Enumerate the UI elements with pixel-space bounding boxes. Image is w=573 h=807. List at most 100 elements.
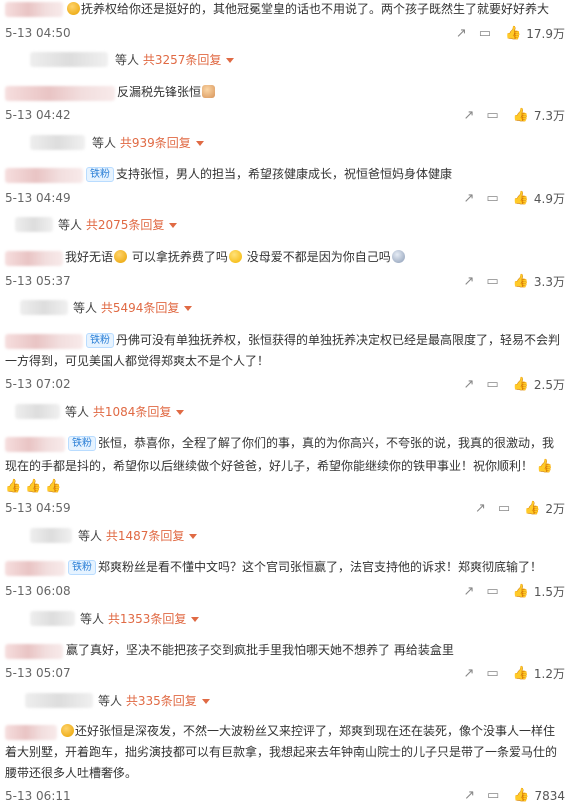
share-icon[interactable]: ↗ (475, 501, 486, 516)
comment-text-line-1: 铁粉 张恒，恭喜你，全程了解了你们的事，真的为你高兴，不夸张的说，我真的很激动，我 (68, 433, 554, 454)
comment-actions: ↗ ▭ 👍 2万 (463, 500, 565, 517)
comment-text-line-1: 铁粉 丹佛可没有单独抚养权，张恒获得的单独抚养决定权已经是最高限度了，轻易不会判 (86, 330, 560, 351)
comment-icon[interactable]: ▭ (486, 274, 498, 289)
reply-summary[interactable]: 等人 共939条回复 (92, 134, 204, 151)
comment-actions: ↗ ▭ 👍 4.9万 (452, 190, 565, 207)
comment-text-line-2: 一方得到，可见美国人都觉得郑爽太不是个人了！ (5, 354, 270, 368)
username-blurred[interactable] (5, 2, 63, 17)
reply-summary[interactable]: 等人 共3257条回复 (115, 51, 235, 68)
username-blurred[interactable] (5, 334, 83, 349)
like-count: 2万 (545, 502, 565, 516)
like-icon[interactable]: 👍 (513, 584, 529, 599)
like-count: 2.5万 (533, 378, 565, 392)
comment-text: 我好无语 可以拿抚养费了吗 没母爱不都是因为你自己吗 (65, 247, 406, 268)
share-icon[interactable]: ↗ (464, 788, 475, 803)
comment-text-line-2: 着大别墅，开着跑车，拙劣演技都可以有巨款拿，我想起来去年钟南山院士的儿子只是带了… (5, 745, 558, 759)
comment-actions: ↗ ▭ 👍 2.5万 (452, 376, 565, 393)
share-icon[interactable]: ↗ (464, 274, 475, 289)
timestamp: 5-13 05:07 (5, 666, 71, 680)
like-count: 1.5万 (533, 585, 565, 599)
comment-icon[interactable]: ▭ (486, 191, 498, 206)
like-icon[interactable]: 👍 (513, 108, 529, 123)
share-icon[interactable]: ↗ (456, 26, 467, 41)
username-blurred[interactable] (5, 561, 65, 576)
thumbs-up-emoji-icon: 👍 (536, 459, 554, 474)
share-icon[interactable]: ↗ (464, 377, 475, 392)
fan-badge: 铁粉 (68, 560, 96, 575)
username-blurred[interactable] (5, 437, 65, 452)
reply-username-blurred (15, 217, 53, 232)
frown-emoji-icon (114, 250, 128, 263)
thumbs-up-emoji-icon: 👍 (5, 479, 22, 494)
reply-username-blurred (25, 693, 93, 708)
reply-summary[interactable]: 等人 共5494条回复 (73, 299, 193, 316)
username-blurred[interactable] (5, 644, 63, 659)
like-count: 4.9万 (533, 192, 565, 206)
reply-username-blurred (30, 135, 85, 150)
like-count: 3.3万 (533, 275, 565, 289)
comment-text: 赢了真好，坚决不能把孩子交到疯批手里我怕哪天她不想养了 再给装盒里 (66, 643, 454, 657)
reply-summary[interactable]: 等人 共1353条回复 (80, 610, 200, 627)
comment-icon[interactable]: ▭ (486, 377, 498, 392)
comment-actions: ↗ ▭ 👍 1.5万 (452, 583, 565, 600)
comment-icon[interactable]: ▭ (486, 666, 498, 681)
like-icon[interactable]: 👍 (513, 788, 529, 803)
timestamp: 5-13 04:59 (5, 501, 71, 515)
like-icon[interactable]: 👍 (513, 191, 529, 206)
fan-badge: 铁粉 (86, 167, 114, 182)
comment-icon[interactable]: ▭ (487, 788, 499, 803)
comment-text: 铁粉 郑爽粉丝是看不懂中文吗？这个官司张恒赢了，法官支持他的诉求！郑爽彻底输了！ (68, 557, 542, 578)
username-blurred[interactable] (5, 251, 63, 266)
timestamp: 5-13 04:49 (5, 191, 71, 205)
reply-username-blurred (30, 52, 108, 67)
username-blurred[interactable] (5, 86, 115, 101)
timestamp: 5-13 06:11 (5, 789, 71, 803)
comment-text-line-2: 现在的手都是抖的，希望你以后继续做个好爸爸，好儿子，希望你能继续你的铁甲事业！祝… (5, 456, 553, 477)
thumbs-up-emoji-icon: 👍 (45, 479, 62, 494)
comment-icon[interactable]: ▭ (486, 584, 498, 599)
reply-username-blurred (15, 404, 60, 419)
like-icon[interactable]: 👍 (524, 501, 540, 516)
like-icon[interactable]: 👍 (513, 666, 529, 681)
reply-summary[interactable]: 等人 共335条回复 (98, 692, 210, 709)
fan-badge: 铁粉 (68, 436, 96, 451)
share-icon[interactable]: ↗ (464, 666, 475, 681)
like-icon[interactable]: 👍 (505, 26, 521, 41)
reply-username-blurred (30, 611, 75, 626)
reply-summary[interactable]: 等人 共1487条回复 (78, 527, 198, 544)
comment-emoji-line: 👍 👍 👍 (5, 476, 61, 497)
comment-icon[interactable]: ▭ (479, 26, 491, 41)
comment-text: 反漏税先锋张恒 (117, 82, 216, 103)
username-blurred[interactable] (5, 168, 83, 183)
username-blurred[interactable] (5, 725, 57, 740)
thumbs-up-emoji-icon: 👍 (25, 479, 42, 494)
like-icon[interactable]: 👍 (513, 274, 529, 289)
timestamp: 5-13 06:08 (5, 584, 71, 598)
ghost-emoji-icon (391, 250, 405, 263)
like-icon[interactable]: 👍 (513, 377, 529, 392)
smile-emoji-icon (228, 250, 242, 263)
comment-text: 抚养权给你还是挺好的，其他冠冕堂皇的话也不用说了。两个孩子既然生了就要好好养大 (66, 0, 549, 20)
fan-badge: 铁粉 (86, 333, 114, 348)
comment-text: 铁粉 支持张恒，男人的担当，希望孩健康成长，祝恒爸恒妈身体健康 (86, 164, 452, 185)
comment-icon[interactable]: ▭ (486, 108, 498, 123)
share-icon[interactable]: ↗ (464, 584, 475, 599)
comment-icon[interactable]: ▭ (498, 501, 510, 516)
comment-actions: ↗ ▭ 👍 1.2万 (452, 665, 565, 682)
share-icon[interactable]: ↗ (464, 108, 475, 123)
reply-summary[interactable]: 等人 共1084条回复 (65, 403, 185, 420)
smiley-emoji-icon (61, 724, 74, 737)
timestamp: 5-13 04:50 (5, 26, 71, 40)
like-count: 7834 (534, 788, 565, 803)
reply-summary[interactable]: 等人 共2075条回复 (58, 216, 178, 233)
cat-emoji-icon (202, 85, 216, 98)
smiley-emoji-icon (67, 2, 80, 15)
comment-actions: ↗ ▭ 👍 3.3万 (452, 273, 565, 290)
like-count: 7.3万 (533, 109, 565, 123)
timestamp: 5-13 07:02 (5, 377, 71, 391)
like-count: 17.9万 (526, 27, 565, 41)
comment-text-line-1: 还好张恒是深夜发，不然一大波粉丝又来控评了，郑爽到现在还在装死，像个没事人一样住 (60, 721, 555, 742)
timestamp: 5-13 04:42 (5, 108, 71, 122)
reply-username-blurred (20, 300, 68, 315)
share-icon[interactable]: ↗ (464, 191, 475, 206)
